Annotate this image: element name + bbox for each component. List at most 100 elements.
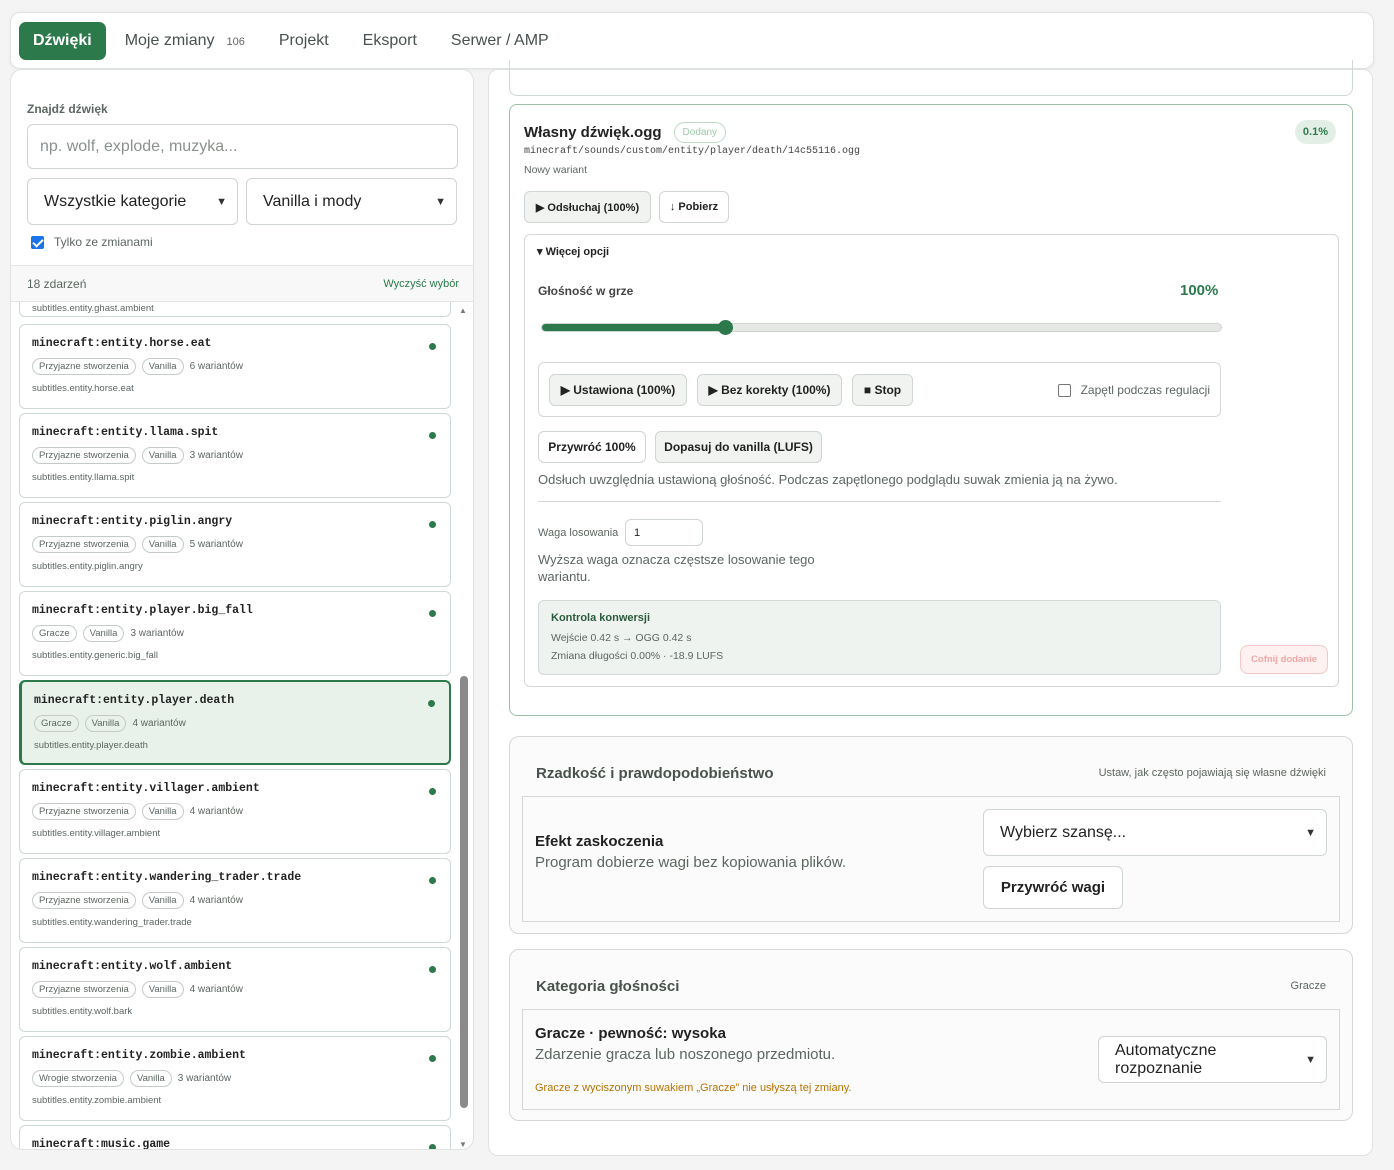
more-options-toggle[interactable]: ▾ Więcej opcji bbox=[537, 245, 609, 258]
volume-slider-fill bbox=[542, 324, 726, 331]
changed-indicator-icon bbox=[429, 877, 436, 884]
list-item[interactable]: minecraft:music.game bbox=[19, 1125, 451, 1150]
changed-indicator-icon bbox=[429, 966, 436, 973]
list-item[interactable]: minecraft:entity.zombie.ambient Wrogie st… bbox=[19, 1036, 451, 1121]
list-item[interactable]: minecraft:entity.horse.eat Przyjazne stwo… bbox=[19, 324, 451, 409]
item-event-name: minecraft:music.game bbox=[32, 1138, 171, 1150]
volume-label: Głośność w grze bbox=[538, 284, 634, 298]
item-variant-count: 4 wariantów bbox=[189, 806, 243, 817]
download-button[interactable]: ↓ Pobierz bbox=[659, 191, 729, 223]
tab-sounds[interactable]: Dźwięki bbox=[19, 21, 106, 60]
more-options-panel: ▾ Więcej opcji Głośność w grze 100% ▶ Us… bbox=[524, 234, 1339, 687]
item-tag: Vanilla bbox=[141, 536, 184, 553]
category-mode-select[interactable]: Automatyczne rozpoznanie ▼ bbox=[1098, 1036, 1327, 1083]
weight-input[interactable]: 1 bbox=[625, 519, 703, 546]
item-tag: Gracze bbox=[34, 715, 79, 732]
item-subtitle: subtitles.entity.piglin.angry bbox=[32, 561, 143, 572]
item-variant-count: 3 wariantów bbox=[189, 450, 243, 461]
changed-indicator-icon bbox=[429, 1144, 436, 1149]
listen-hint: Odsłuch uwzględnia ustawioną głośność. P… bbox=[538, 472, 1118, 487]
tab-label: Projekt bbox=[278, 31, 329, 49]
scroll-down-icon[interactable]: ▼ bbox=[459, 1140, 467, 1149]
item-tags: Przyjazne stworzenia Vanilla 4 wariantów bbox=[32, 981, 438, 998]
item-tag: Vanilla bbox=[129, 1070, 172, 1087]
tab-project[interactable]: Projekt bbox=[262, 23, 346, 59]
item-tags: Przyjazne stworzenia Vanilla 4 wariantów bbox=[32, 892, 438, 909]
item-variant-count: 4 wariantów bbox=[189, 984, 243, 995]
item-subtitle: subtitles.entity.wandering_trader.trade bbox=[32, 917, 192, 928]
variant-title-row: Własny dźwięk.ogg Dodany bbox=[524, 122, 726, 143]
item-tag: Vanilla bbox=[141, 892, 184, 909]
item-tag: Przyjazne stworzenia bbox=[32, 803, 136, 820]
list-item[interactable]: minecraft:entity.wolf.ambient Przyjazne s… bbox=[19, 947, 451, 1032]
match-vanilla-button[interactable]: Dopasuj do vanilla (LUFS) bbox=[655, 431, 822, 463]
list-item[interactable]: minecraft:entity.villager.ambient Przyjaz… bbox=[19, 769, 451, 854]
list-item[interactable]: minecraft:entity.wandering_trader.trade P… bbox=[19, 858, 451, 943]
volume-slider-thumb[interactable] bbox=[718, 320, 734, 335]
changed-indicator-icon bbox=[429, 1055, 436, 1062]
item-event-name: minecraft:entity.wandering_trader.trade bbox=[32, 871, 302, 884]
tab-export[interactable]: Eksport bbox=[346, 23, 434, 59]
variant-title: Własny dźwięk.ogg bbox=[524, 124, 662, 141]
list-item[interactable]: minecraft:entity.piglin.angry Przyjazne s… bbox=[19, 502, 451, 587]
stop-button[interactable]: ■ Stop bbox=[852, 374, 913, 406]
list-item-selected[interactable]: minecraft:entity.player.death Gracze Vanil… bbox=[19, 680, 451, 765]
item-subtitle: subtitles.entity.ghast.ambient bbox=[32, 303, 154, 314]
restore-weights-button[interactable]: Przywróć wagi bbox=[983, 866, 1123, 909]
item-event-name: minecraft:entity.horse.eat bbox=[32, 337, 212, 350]
status-badge: Dodany bbox=[673, 122, 726, 143]
item-tags: Gracze Vanilla 3 wariantów bbox=[32, 625, 438, 642]
only-changes-toggle[interactable]: Tylko ze zmianami bbox=[31, 235, 153, 249]
list-item[interactable]: minecraft:entity.llama.spit Przyjazne stw… bbox=[19, 413, 451, 498]
changed-indicator-icon bbox=[429, 788, 436, 795]
undo-add-button[interactable]: Cofnij dodanie bbox=[1240, 645, 1328, 674]
category-mode-value: Automatyczne rozpoznanie bbox=[1115, 1041, 1217, 1077]
scroll-thumb[interactable] bbox=[460, 676, 468, 1108]
list-scrollbar[interactable]: ▲ ▼ bbox=[459, 302, 469, 1149]
item-tag: Wrogie stworzenia bbox=[32, 1070, 124, 1087]
source-select-value: Vanilla i mody bbox=[263, 192, 362, 210]
weight-help: Wyższa waga oznacza częstsze losowanie t… bbox=[538, 552, 815, 584]
clear-selection-link[interactable]: Wyczyść wybór bbox=[383, 278, 459, 290]
tab-label: Moje zmiany bbox=[124, 31, 215, 49]
list-item[interactable]: subtitles.entity.ghast.ambient bbox=[19, 302, 451, 317]
loop-checkbox[interactable] bbox=[1057, 383, 1071, 397]
item-tag: Vanilla bbox=[141, 981, 184, 998]
loop-toggle[interactable]: Zapętl podczas regulacji bbox=[1057, 383, 1210, 397]
only-changes-checkbox[interactable] bbox=[31, 235, 44, 249]
list-header: 18 zdarzeń Wyczyść wybór bbox=[11, 265, 473, 302]
item-tags: Przyjazne stworzenia Vanilla 5 wariantów bbox=[32, 536, 438, 553]
item-subtitle: subtitles.entity.player.death bbox=[34, 740, 148, 751]
surprise-effect-title: Efekt zaskoczenia bbox=[535, 833, 664, 850]
chance-select[interactable]: Wybierz szansę... ▼ bbox=[983, 809, 1327, 856]
item-tags: Wrogie stworzenia Vanilla 3 wariantów bbox=[32, 1070, 438, 1087]
item-subtitle: subtitles.entity.zombie.ambient bbox=[32, 1095, 162, 1106]
volume-value: 100% bbox=[1180, 282, 1219, 299]
tab-label: Eksport bbox=[362, 31, 417, 49]
category-select[interactable]: Wszystkie kategorie ▼ bbox=[27, 178, 238, 225]
conversion-check-box: Kontrola konwersji Wejście 0.42 s → OGG … bbox=[538, 600, 1221, 675]
listen-button[interactable]: ▶ Odsłuchaj (100%) bbox=[524, 191, 651, 223]
rarity-title: Rzadkość i prawdopodobieństwo bbox=[536, 765, 774, 782]
weight-label: Waga losowania bbox=[538, 527, 619, 539]
restore-100-button[interactable]: Przywróć 100% bbox=[538, 431, 646, 463]
item-variant-count: 3 wariantów bbox=[177, 1073, 232, 1084]
tab-server-amp[interactable]: Serwer / AMP bbox=[434, 23, 566, 59]
list-item[interactable]: minecraft:entity.player.big_fall Gracze Va… bbox=[19, 591, 451, 676]
category-detection-panel: Gracze · pewność: wysoka Zdarzenie gracz… bbox=[522, 1009, 1340, 1110]
scroll-up-icon[interactable]: ▲ bbox=[459, 306, 467, 315]
rarity-section: Rzadkość i prawdopodobieństwo Ustaw, jak… bbox=[509, 736, 1353, 934]
item-variant-count: 4 wariantów bbox=[132, 718, 186, 729]
item-tag: Przyjazne stworzenia bbox=[32, 981, 136, 998]
item-tags: Przyjazne stworzenia Vanilla 3 wariantów bbox=[32, 447, 438, 464]
play-set-button[interactable]: ▶ Ustawiona (100%) bbox=[549, 374, 687, 406]
chevron-down-icon: ▼ bbox=[1305, 1053, 1316, 1066]
tab-my-changes[interactable]: Moje zmiany 106 bbox=[108, 23, 262, 59]
volume-slider[interactable] bbox=[541, 320, 1222, 335]
item-subtitle: subtitles.entity.llama.spit bbox=[32, 472, 135, 483]
search-input[interactable] bbox=[27, 124, 458, 169]
play-raw-button[interactable]: ▶ Bez korekty (100%) bbox=[697, 374, 842, 406]
source-select[interactable]: Vanilla i mody ▼ bbox=[246, 178, 457, 225]
item-tag: Przyjazne stworzenia bbox=[32, 358, 136, 375]
item-tag: Przyjazne stworzenia bbox=[32, 536, 136, 553]
